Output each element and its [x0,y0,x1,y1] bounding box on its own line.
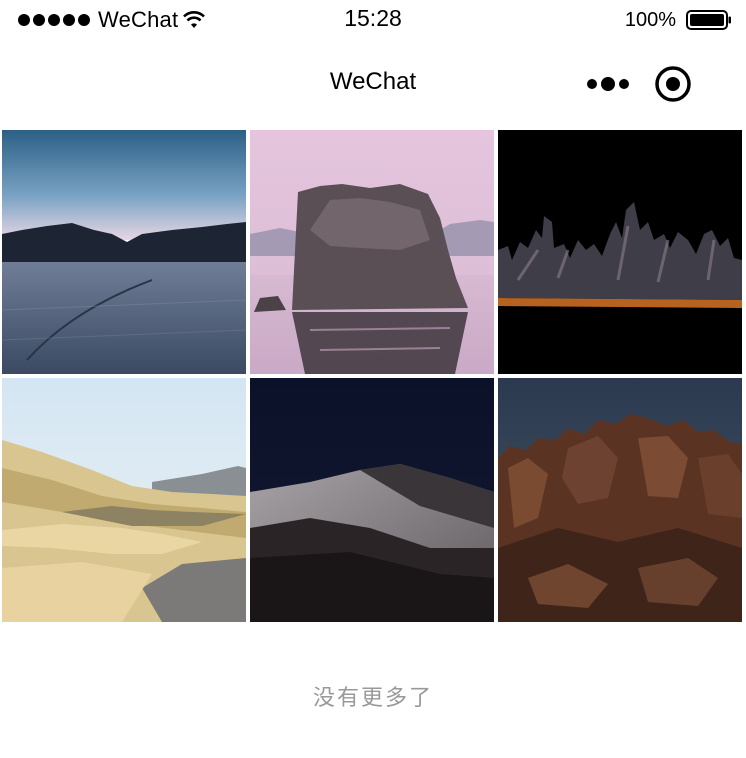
desert-dunes-day-image [2,378,246,622]
image-tile[interactable] [498,378,742,622]
lake-dusk-image [2,130,246,374]
status-right: 100% [625,6,732,34]
battery-percentage: 100% [624,8,676,31]
no-more-text: 没有更多了 [312,685,433,710]
close-button[interactable] [648,63,698,105]
lake-rock-image [250,130,494,374]
image-grid [2,130,744,622]
mini-program-capsule [558,63,708,105]
more-dots-icon [587,77,629,91]
image-tile[interactable] [250,378,494,622]
target-close-icon [655,66,691,102]
image-tile[interactable] [498,130,742,374]
tufa-night-image [498,130,742,374]
rock-formation-night-image [498,378,742,622]
status-bar: WeChat 15:28 100% [0,0,746,40]
navigation-bar: WeChat [0,40,746,128]
image-tile[interactable] [2,378,246,622]
more-button[interactable] [572,63,644,105]
image-tile[interactable] [250,130,494,374]
battery-icon [686,10,731,30]
desert-dune-night-image [250,378,494,622]
image-tile[interactable] [2,130,246,374]
